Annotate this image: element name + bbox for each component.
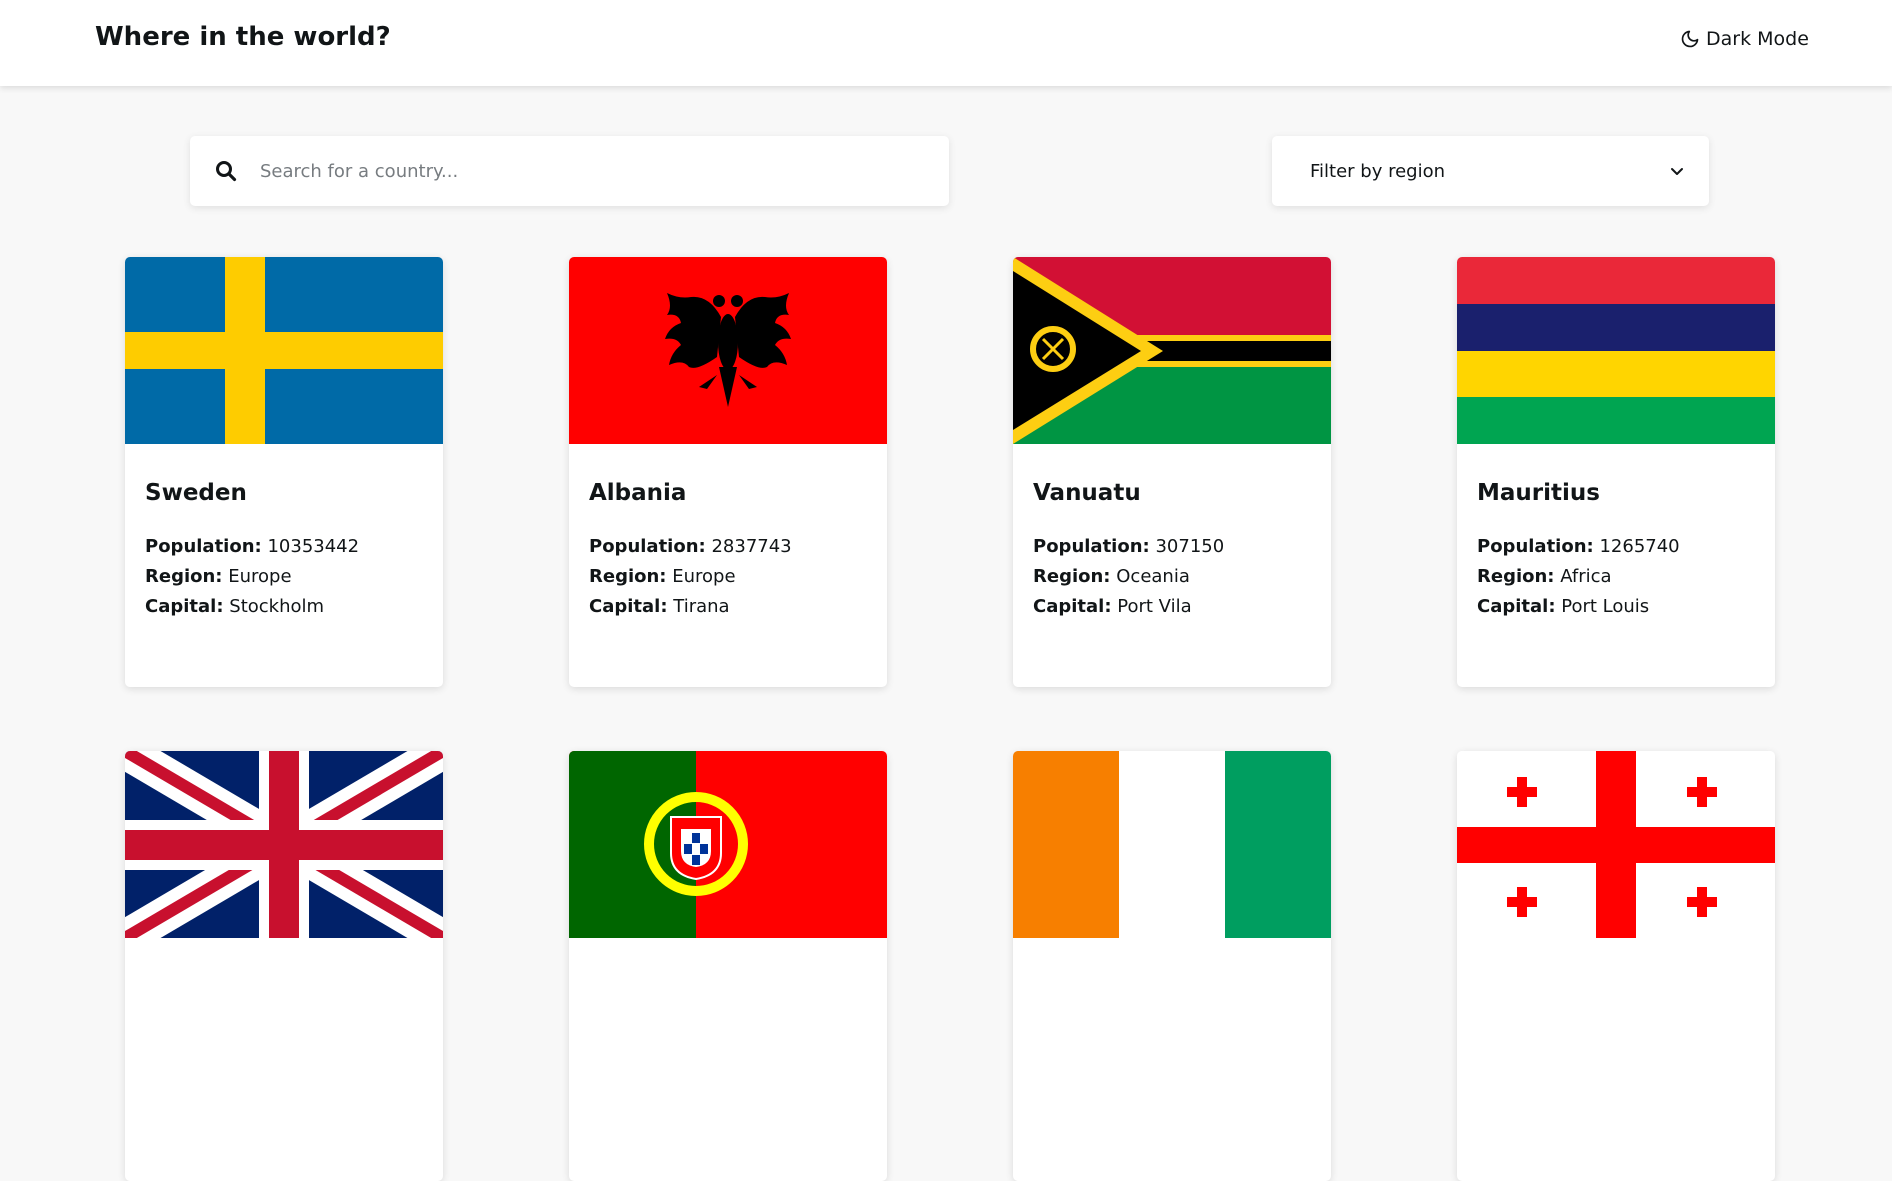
chevron-down-icon (1669, 163, 1685, 179)
flag-ivory-coast (1013, 751, 1331, 938)
region-value: Oceania (1116, 566, 1190, 587)
country-card-portugal[interactable] (569, 751, 887, 1181)
country-card-georgia[interactable] (1457, 751, 1775, 1181)
country-name: Vanuatu (1033, 480, 1141, 506)
capital-value: Stockholm (229, 596, 325, 617)
region-row: Region: Africa (1477, 566, 1612, 587)
search-box[interactable] (190, 136, 949, 206)
region-row: Region: Europe (145, 566, 292, 587)
capital-row: Capital: Port Louis (1477, 596, 1650, 617)
dark-mode-toggle[interactable]: Dark Mode (1680, 28, 1809, 50)
country-card-vanuatu[interactable]: Vanuatu Population: 307150 Region: Ocean… (1013, 257, 1331, 687)
region-filter-select[interactable]: Filter by region (1272, 136, 1709, 206)
population-row: Population: 10353442 (145, 536, 360, 557)
search-input[interactable] (258, 159, 902, 183)
flag-sweden (125, 257, 443, 444)
region-row: Region: Oceania (1033, 566, 1190, 587)
region-value: Europe (672, 566, 736, 587)
population-value: 10353442 (267, 536, 360, 557)
dark-mode-label: Dark Mode (1706, 28, 1809, 50)
region-value: Africa (1560, 566, 1612, 587)
capital-row: Capital: Stockholm (145, 596, 325, 617)
capital-value: Port Louis (1561, 596, 1650, 617)
header: Where in the world? Dark Mode (0, 0, 1892, 86)
flag-united-kingdom (125, 751, 443, 938)
population-value: 1265740 (1599, 536, 1680, 557)
country-name: Mauritius (1477, 480, 1600, 506)
country-card-sweden[interactable]: Sweden Population: 10353442 Region: Euro… (125, 257, 443, 687)
population-value: 307150 (1155, 536, 1225, 557)
region-row: Region: Europe (589, 566, 736, 587)
moon-icon (1680, 29, 1700, 49)
country-name: Albania (589, 480, 687, 506)
flag-portugal (569, 751, 887, 938)
capital-value: Port Vila (1117, 596, 1192, 617)
population-row: Population: 1265740 (1477, 536, 1680, 557)
country-card-ivory-coast[interactable] (1013, 751, 1331, 1181)
region-value: Europe (228, 566, 292, 587)
capital-row: Capital: Tirana (589, 596, 730, 617)
flag-mauritius (1457, 257, 1775, 444)
capital-value: Tirana (673, 596, 730, 617)
capital-row: Capital: Port Vila (1033, 596, 1192, 617)
flag-vanuatu (1013, 257, 1331, 444)
country-name: Sweden (145, 480, 247, 506)
flag-georgia (1457, 751, 1775, 938)
app-title: Where in the world? (95, 22, 391, 52)
country-card-mauritius[interactable]: Mauritius Population: 1265740 Region: Af… (1457, 257, 1775, 687)
filter-label: Filter by region (1310, 160, 1446, 182)
country-card-albania[interactable]: Albania Population: 2837743 Region: Euro… (569, 257, 887, 687)
search-icon (214, 159, 238, 183)
population-value: 2837743 (711, 536, 792, 557)
population-row: Population: 2837743 (589, 536, 792, 557)
flag-albania (569, 257, 887, 444)
population-row: Population: 307150 (1033, 536, 1225, 557)
country-card-united-kingdom[interactable] (125, 751, 443, 1181)
